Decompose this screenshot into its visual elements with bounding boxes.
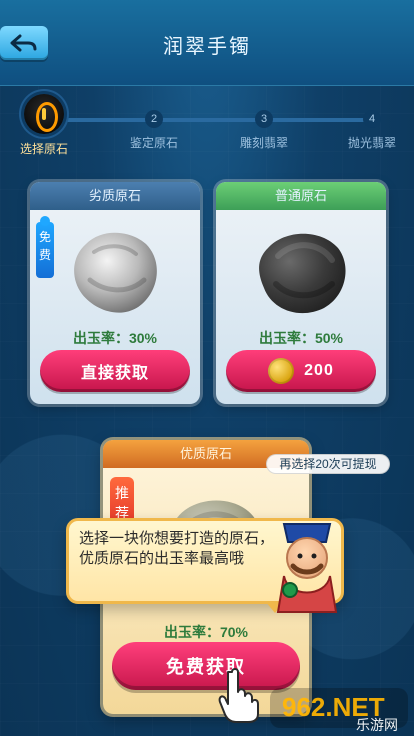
yield-rate: 出玉率：70% (163, 624, 249, 640)
step-number: 2 (145, 110, 163, 128)
yield-rate: 出玉率：30% (72, 330, 158, 346)
step-select-stone: 选择原石 (18, 94, 70, 157)
watermark-logo: 962.NET 乐游网 (270, 688, 408, 733)
buy-with-coins-button[interactable]: 200 (226, 350, 376, 392)
step-appraise-stone: 2 鉴定原石 (128, 110, 180, 151)
steps-line (46, 118, 376, 122)
top-bar: 润翠手镯 (0, 0, 414, 86)
free-tag: 免费 (36, 216, 54, 278)
site-watermark: 962.NET 乐游网 (264, 680, 414, 736)
progress-steps: 选择原石 2 鉴定原石 3 雕刻翡翠 4 抛光翡翠 (0, 94, 414, 168)
coin-price: 200 (304, 362, 334, 379)
card-title: 劣质原石 (30, 182, 200, 210)
normal-stone-card: 普通原石 出玉率：50% 200 (216, 182, 386, 404)
step-carve-jade: 3 雕刻翡翠 (238, 110, 290, 151)
watermark-subtext: 乐游网 (356, 717, 398, 733)
withdraw-limit-badge: 再选择20次可提现 (266, 454, 390, 474)
stone-eye-icon (24, 94, 64, 134)
button-label: 直接获取 (80, 365, 149, 382)
step-polish-jade: 4 抛光翡翠 (346, 110, 398, 151)
card-title: 普通原石 (216, 182, 386, 210)
inferior-stone-card: 劣质原石 免费 出玉率：30% 直接获取 (30, 182, 200, 404)
page-title: 润翠手镯 (163, 36, 251, 58)
inferior-stone-image (74, 232, 157, 313)
step-number: 3 (255, 110, 273, 128)
coin-icon (268, 358, 295, 384)
yield-rate: 出玉率：50% (258, 330, 344, 346)
get-directly-button[interactable]: 直接获取 (40, 350, 190, 392)
step-label: 雕刻翡翠 (239, 136, 288, 150)
hand-pointer-icon (218, 668, 259, 723)
step-label: 选择原石 (19, 142, 68, 156)
step-number: 4 (363, 110, 381, 128)
step-label: 鉴定原石 (129, 136, 178, 150)
tooltip-text: 选择一块你想要打造的原石，优质原石的出玉率最高哦 (79, 530, 275, 567)
normal-stone-image (259, 233, 346, 314)
npc-character-icon (276, 523, 338, 613)
step-label: 抛光翡翠 (347, 136, 396, 150)
